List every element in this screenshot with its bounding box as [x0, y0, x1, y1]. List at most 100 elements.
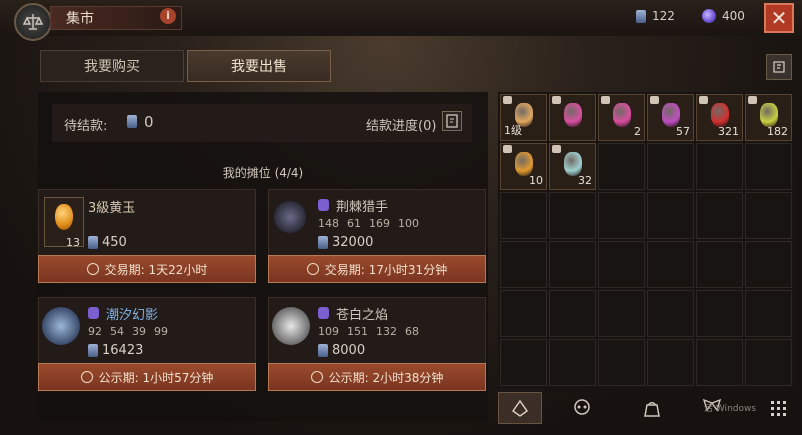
stall-timer: 交易期: 1天22小时	[38, 255, 256, 283]
inventory-cell[interactable]	[745, 241, 792, 288]
gem-icon	[318, 344, 328, 357]
inventory-cell[interactable]	[598, 192, 645, 239]
inventory-cell[interactable]	[745, 339, 792, 386]
clock-icon	[310, 371, 323, 383]
item-count: 10	[529, 174, 543, 187]
stat-value: 148	[318, 217, 339, 230]
inventory-cell[interactable]	[549, 339, 596, 386]
item-count: 57	[676, 125, 690, 138]
lock-icon	[552, 96, 561, 104]
gem-icon	[760, 103, 778, 127]
hunter-thumb	[270, 193, 310, 243]
inventory-cell[interactable]	[745, 192, 792, 239]
item-name: 苍白之焰	[336, 308, 389, 323]
grid-menu-icon[interactable]	[770, 400, 788, 418]
inventory-cell[interactable]	[500, 241, 547, 288]
inventory-cell[interactable]: 2	[598, 94, 645, 141]
stat-value: 92	[88, 325, 102, 338]
inventory-cell[interactable]	[647, 192, 694, 239]
timer-text: 交易期: 1天22小时	[104, 262, 208, 277]
skull-icon	[88, 307, 99, 319]
inventory-cell[interactable]	[745, 290, 792, 337]
inventory-cell[interactable]	[549, 241, 596, 288]
inventory-cell[interactable]	[500, 339, 547, 386]
item-stats: 92 54 39 99	[88, 325, 168, 338]
lock-icon	[601, 96, 610, 104]
inventory-cell[interactable]	[647, 290, 694, 337]
scroll-icon	[773, 61, 785, 73]
inventory-cell[interactable]	[696, 290, 743, 337]
stalls-title: 我的摊位 (4/4)	[222, 166, 304, 180]
item-name: 3級黄玉	[88, 201, 136, 216]
item-count: 321	[718, 125, 739, 138]
inventory-cell[interactable]	[647, 339, 694, 386]
inventory-cell[interactable]	[745, 143, 792, 190]
inventory-cell[interactable]	[696, 143, 743, 190]
skull-icon	[318, 199, 329, 211]
price-value: 450	[102, 235, 127, 250]
gem-icon	[127, 115, 137, 128]
bag-tab-icon[interactable]	[630, 392, 674, 424]
gem-icon	[88, 236, 98, 249]
progress-button[interactable]	[442, 111, 462, 131]
orb-currency-value: 400	[722, 9, 745, 23]
inventory-cell[interactable]	[500, 192, 547, 239]
gem-tab-icon[interactable]	[498, 392, 542, 424]
inventory-cell[interactable]: 1级	[500, 94, 547, 141]
price-value: 8000	[332, 343, 366, 358]
tab-sell[interactable]: 我要出售	[187, 50, 331, 82]
inventory-cell[interactable]: 10	[500, 143, 547, 190]
inventory-cell[interactable]	[549, 192, 596, 239]
inventory-cell[interactable]: 182	[745, 94, 792, 141]
flame-thumb	[268, 299, 314, 355]
skull-tab-icon[interactable]	[560, 392, 604, 424]
item-count: 182	[767, 125, 788, 138]
lock-icon	[748, 96, 757, 104]
lock-icon	[503, 145, 512, 153]
inventory-cell[interactable]	[598, 241, 645, 288]
ledger-icon	[446, 114, 458, 128]
topaz-icon	[55, 204, 73, 230]
info-icon[interactable]: i	[160, 8, 176, 24]
stat-value: 54	[110, 325, 124, 338]
progress-label: 结款进度(0)	[366, 119, 437, 134]
stat-value: 169	[369, 217, 390, 230]
tab-buy[interactable]: 我要购买	[40, 50, 184, 82]
price-value: 32000	[332, 235, 374, 250]
gem-icon	[515, 152, 533, 176]
lock-icon	[650, 96, 659, 104]
phantom-icon	[42, 307, 80, 345]
close-button[interactable]: ✕	[764, 3, 794, 33]
windows-watermark: 活 Windows	[704, 404, 757, 414]
scales-icon	[14, 3, 52, 41]
gem-currency-icon	[636, 9, 646, 23]
clock-icon	[306, 263, 319, 275]
scroll-button[interactable]	[766, 54, 792, 80]
orb-currency-icon	[702, 9, 716, 23]
gem-currency-value: 122	[652, 9, 675, 23]
inventory-cell[interactable]: 32	[549, 143, 596, 190]
inventory-cell[interactable]	[696, 192, 743, 239]
inventory-cell[interactable]: 321	[696, 94, 743, 141]
stat-value: 100	[398, 217, 419, 230]
inventory-cell[interactable]	[598, 143, 645, 190]
inventory-cell[interactable]	[500, 290, 547, 337]
inventory-cell[interactable]	[696, 339, 743, 386]
inventory-cell[interactable]	[647, 143, 694, 190]
inventory-cell[interactable]: 57	[647, 94, 694, 141]
inventory-cell[interactable]	[647, 241, 694, 288]
stall-timer: 交易期: 17小时31分钟	[268, 255, 486, 283]
inventory-cell[interactable]	[549, 290, 596, 337]
inventory-cell[interactable]	[598, 290, 645, 337]
orb-currency: 400	[702, 9, 745, 23]
item-name: 荆棘猎手	[336, 200, 389, 215]
gem-icon	[564, 152, 582, 176]
item-stats: 109 151 132 68	[318, 325, 419, 338]
stat-value: 61	[347, 217, 361, 230]
lock-icon	[503, 96, 512, 104]
timer-text: 交易期: 17小时31分钟	[324, 262, 448, 277]
inventory-cell[interactable]	[696, 241, 743, 288]
inventory-cell[interactable]	[598, 339, 645, 386]
pending-value: 0	[144, 113, 154, 131]
inventory-cell[interactable]	[549, 94, 596, 141]
